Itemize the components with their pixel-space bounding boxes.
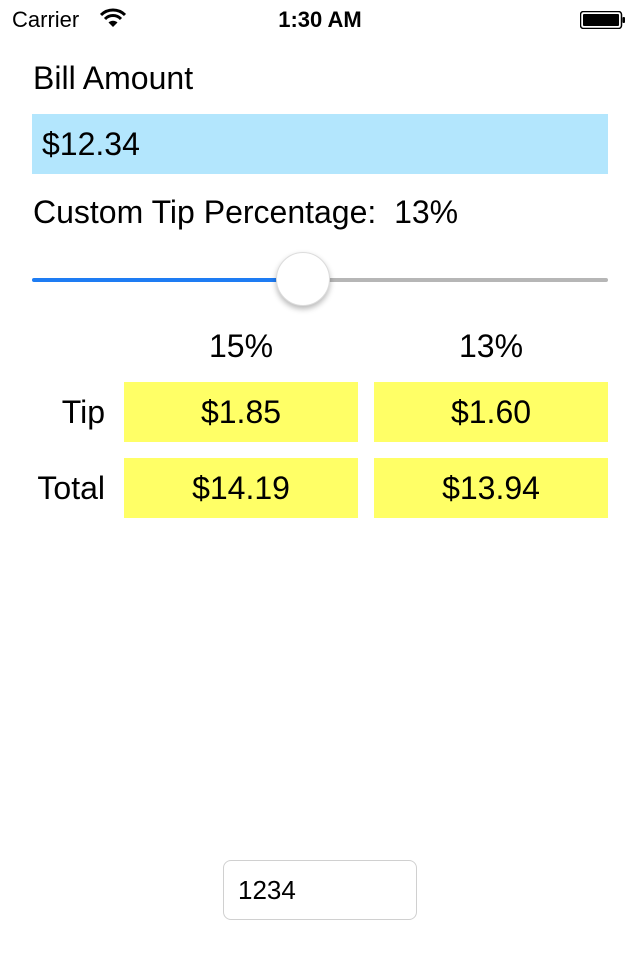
tip-row-label: Tip <box>61 394 105 430</box>
custom-tip-label: Custom Tip Percentage: <box>33 194 377 230</box>
total-row-label: Total <box>37 470 105 506</box>
column-header-default: 15% <box>208 328 274 364</box>
tip-default-value: $1.85 <box>124 382 358 442</box>
custom-tip-value: 13% <box>394 194 459 230</box>
total-default-value: $14.19 <box>124 458 358 518</box>
column-header-custom: 13% <box>458 328 524 364</box>
tip-custom-value: $1.60 <box>374 382 608 442</box>
slider-track-filled <box>32 278 303 282</box>
bottom-text-field[interactable] <box>223 860 417 920</box>
slider-track-empty <box>303 278 608 282</box>
battery-icon <box>580 11 625 29</box>
total-custom-value: $13.94 <box>374 458 608 518</box>
status-bar: Carrier 1:30 AM <box>0 0 640 40</box>
bill-amount-input[interactable] <box>32 114 608 174</box>
status-time: 1:30 AM <box>278 7 362 32</box>
tip-percentage-slider[interactable] <box>32 250 608 310</box>
slider-thumb[interactable] <box>276 252 330 306</box>
bill-amount-label: Bill Amount <box>33 60 194 96</box>
custom-tip-row: Custom Tip Percentage: 13% <box>33 194 458 231</box>
